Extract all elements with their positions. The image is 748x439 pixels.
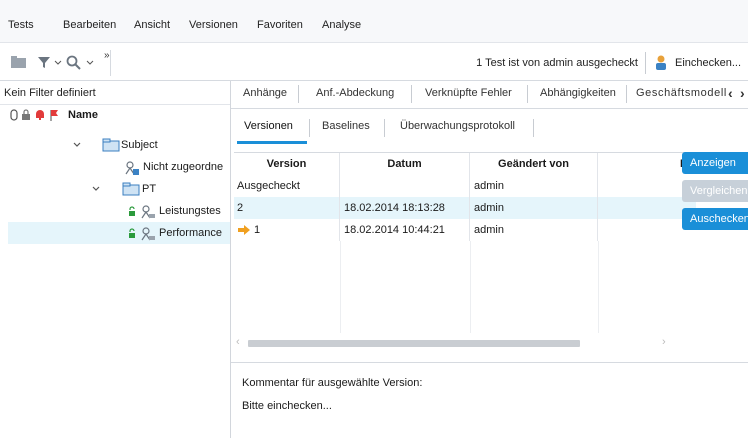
tab-divider xyxy=(384,119,385,137)
tab-divider xyxy=(309,119,310,137)
test-icon xyxy=(125,161,139,175)
tab-geschaeftsmodell[interactable]: Geschäftsmodell xyxy=(636,87,726,99)
menu-tests[interactable]: Tests xyxy=(8,19,34,31)
cell-geaendert-von: admin xyxy=(470,175,598,197)
tab-divider xyxy=(626,85,627,103)
folder-icon xyxy=(122,182,140,196)
menu-bearbeiten[interactable]: Bearbeiten xyxy=(63,19,116,31)
tree-node-subject[interactable]: Subject xyxy=(0,134,230,156)
tab-divider xyxy=(533,119,534,137)
filter-dropdown-icon[interactable] xyxy=(54,54,62,70)
comment-text: Bitte einchecken... xyxy=(242,400,332,412)
cell-version: 2 xyxy=(234,197,340,219)
view-button[interactable]: Anzeigen xyxy=(682,152,748,174)
menu-bar: Tests Bearbeiten Ansicht Versionen Favor… xyxy=(0,0,748,43)
filter-status-text: Kein Filter definiert xyxy=(4,87,96,99)
table-row[interactable]: 1 18.02.2014 10:44:21 admin xyxy=(234,219,696,241)
toolbar: » 1 Test ist von admin ausgecheckt Einch… xyxy=(0,46,748,81)
test-icon xyxy=(141,205,155,219)
tree-column-name[interactable]: Name xyxy=(68,109,98,121)
column-header-version[interactable]: Version xyxy=(234,153,340,175)
test-icon xyxy=(141,227,155,241)
cell-datum: 18.02.2014 18:13:28 xyxy=(340,197,470,219)
subtab-baselines[interactable]: Baselines xyxy=(322,120,370,132)
comment-panel: Kommentar für ausgewählte Version: Bitte… xyxy=(231,362,748,439)
cell-geaendert-von: admin xyxy=(470,219,598,241)
tree-node-label: Leistungstes xyxy=(159,205,221,217)
tree-node-pt[interactable]: PT xyxy=(0,178,230,200)
tab-divider xyxy=(298,85,299,103)
tree-node-label: Subject xyxy=(121,139,158,151)
active-tab-indicator xyxy=(237,141,307,144)
versions-grid: Version Datum Geändert von Ba Ausgecheck… xyxy=(234,152,696,353)
tree-node-unassigned[interactable]: Nicht zugeordne xyxy=(0,156,230,178)
checkout-status-text: 1 Test ist von admin ausgecheckt xyxy=(476,57,638,69)
tree-node-label: Nicht zugeordne xyxy=(143,161,224,173)
tab-scroll-left-icon[interactable]: ‹ xyxy=(728,85,733,101)
column-header-datum[interactable]: Datum xyxy=(340,153,470,175)
scroll-right-icon[interactable]: › xyxy=(662,336,666,348)
toolbar-divider xyxy=(110,50,111,76)
lock-column-icon[interactable] xyxy=(21,109,31,121)
find-icon[interactable] xyxy=(65,54,83,70)
version-subtabs: Versionen Baselines Überwachungsprotokol… xyxy=(231,108,748,146)
folder-icon xyxy=(102,138,120,152)
filter-icon[interactable] xyxy=(36,54,52,70)
cell-datum xyxy=(340,175,470,197)
tree-node-leistungstest[interactable]: Leistungstes xyxy=(0,200,230,222)
detail-tabs: Anhänge Anf.-Abdeckung Verknüpfte Fehler… xyxy=(231,81,748,109)
find-dropdown-icon[interactable] xyxy=(86,54,94,70)
cell-datum: 18.02.2014 10:44:21 xyxy=(340,219,470,241)
new-folder-icon[interactable] xyxy=(10,54,28,70)
tab-divider xyxy=(527,85,528,103)
tree-node-performance[interactable]: Performance xyxy=(8,222,230,244)
cell-version: 1 xyxy=(234,219,340,241)
comment-label: Kommentar für ausgewählte Version: xyxy=(242,377,423,389)
alert-column-icon[interactable] xyxy=(35,109,45,121)
grid-line xyxy=(470,241,471,333)
checkout-button[interactable]: Auschecken xyxy=(682,208,748,230)
compare-button[interactable]: Vergleichen xyxy=(682,180,748,202)
cell-version: Ausgecheckt xyxy=(234,175,340,197)
checked-out-lock-icon xyxy=(129,206,135,216)
cell-geaendert-von: admin xyxy=(470,197,598,219)
attachment-column-icon[interactable] xyxy=(9,109,19,121)
tab-verknuepfte-fehler[interactable]: Verknüpfte Fehler xyxy=(425,87,512,99)
tree-node-label: Performance xyxy=(159,227,222,239)
menu-favoriten[interactable]: Favoriten xyxy=(257,19,303,31)
scroll-left-icon[interactable]: ‹ xyxy=(236,336,240,348)
tab-scroll-right-icon[interactable]: › xyxy=(740,85,745,101)
toolbar-divider xyxy=(645,52,646,74)
grid-line xyxy=(598,241,599,333)
tab-anf-abdeckung[interactable]: Anf.-Abdeckung xyxy=(316,87,394,99)
toolbar-overflow-icon[interactable]: » xyxy=(104,50,110,61)
flag-column-icon[interactable] xyxy=(49,109,59,121)
collapse-icon[interactable] xyxy=(73,142,81,148)
column-header-geaendert-von[interactable]: Geändert von xyxy=(470,153,598,175)
grid-line xyxy=(340,241,341,333)
test-tree-pane: Kein Filter definiert Name Subject Nicht… xyxy=(0,81,231,438)
tab-abhaengigkeiten[interactable]: Abhängigkeiten xyxy=(540,87,616,99)
menu-analyse[interactable]: Analyse xyxy=(322,19,361,31)
tab-divider xyxy=(411,85,412,103)
horizontal-scrollbar-thumb[interactable] xyxy=(248,340,580,347)
menu-ansicht[interactable]: Ansicht xyxy=(134,19,170,31)
divider xyxy=(0,104,230,105)
checked-out-lock-icon xyxy=(129,228,135,238)
table-row[interactable]: Ausgecheckt admin xyxy=(234,175,696,197)
collapse-icon[interactable] xyxy=(92,186,100,192)
checkin-icon[interactable] xyxy=(653,54,669,72)
table-row[interactable]: 2 18.02.2014 18:13:28 admin xyxy=(234,197,696,219)
tab-anhaenge[interactable]: Anhänge xyxy=(243,87,287,99)
subtab-versionen[interactable]: Versionen xyxy=(244,120,293,132)
tree-node-label: PT xyxy=(142,183,157,195)
menu-versionen[interactable]: Versionen xyxy=(189,19,238,31)
subtab-ueberwachungsprotokoll[interactable]: Überwachungsprotokoll xyxy=(400,120,515,132)
checkin-button[interactable]: Einchecken... xyxy=(675,57,741,69)
